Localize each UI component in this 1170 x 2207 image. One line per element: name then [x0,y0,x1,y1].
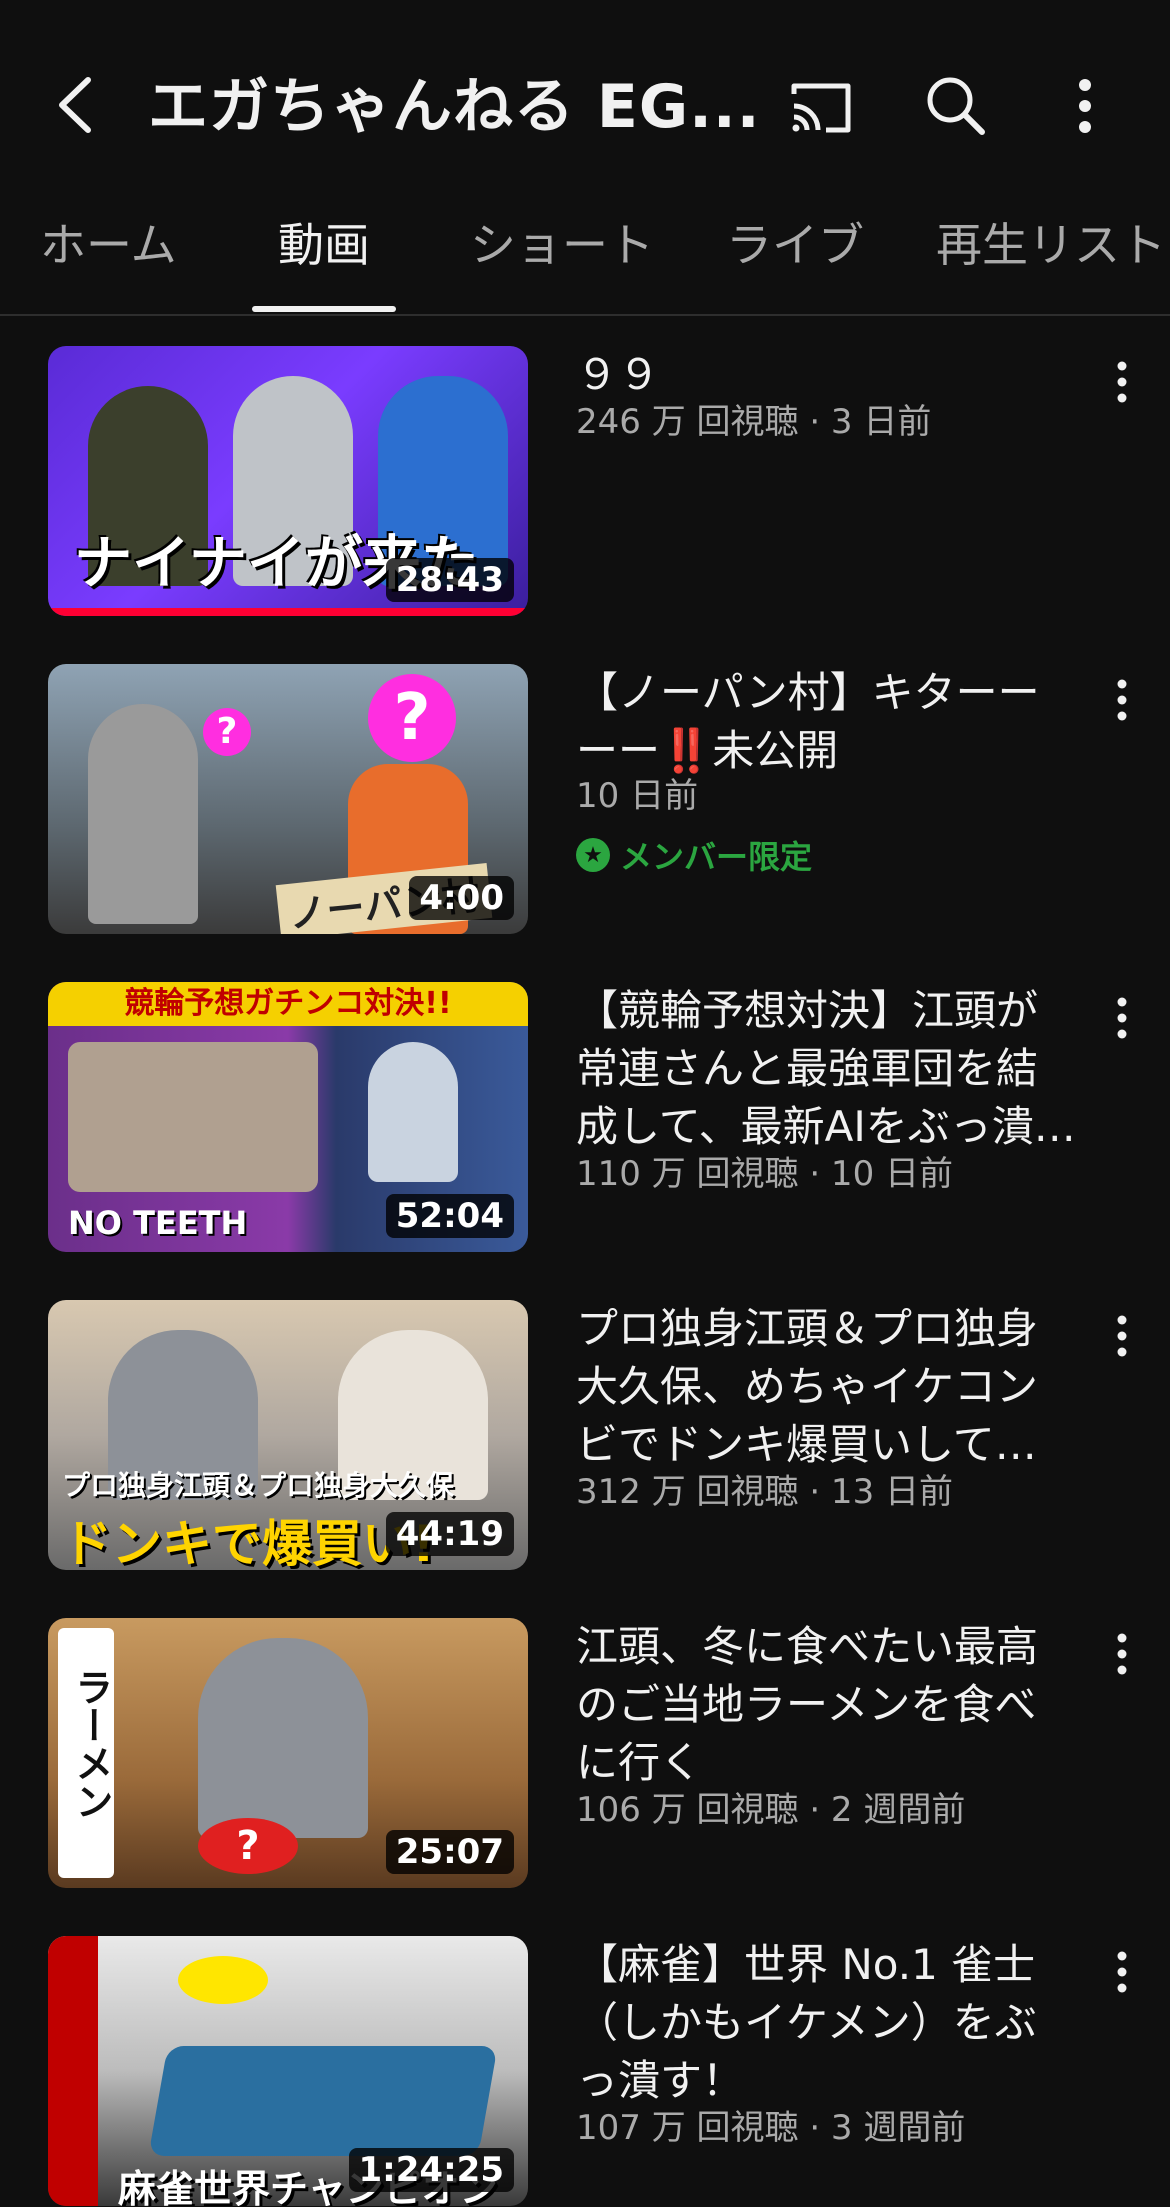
video-more-button[interactable] [1104,992,1140,1052]
top-bar: エガちゃんねる EG... [0,0,1170,210]
thumbnail-caption: ラーメン [69,1668,113,1820]
video-meta: 10 日前 [576,776,699,816]
thumbnail-caption: NO TEETH [68,1204,248,1242]
video-more-button[interactable] [1104,356,1140,416]
video-duration: 4:00 [409,876,514,920]
more-vertical-icon [1117,997,1127,1039]
question-mark-icon: ? [198,1818,298,1874]
thumbnail-figure [88,704,198,924]
video-more-button[interactable] [1104,1628,1140,1688]
video-meta: 107 万 回視聴 · 3 週間前 [576,2108,966,2148]
search-button[interactable] [920,70,990,140]
video-duration: 28:43 [385,558,514,602]
video-title[interactable]: プロ独身江頭＆プロ独身大久保、めちゃイケコンビでドンキ爆買いして… [576,1300,1076,1474]
video-item[interactable]: ? ? ノーパン村 4:00 【ノーパン村】キターーーー‼️未公開 10 日前 … [0,664,1170,934]
star-icon: ★ [576,838,610,872]
video-thumbnail[interactable]: ? ? ノーパン村 4:00 [48,664,528,934]
video-title[interactable]: 江頭、冬に食べたい最高のご当地ラーメンを食べに行く [576,1618,1076,1792]
more-vertical-icon [1117,679,1127,721]
more-vertical-icon [1117,1315,1127,1357]
video-title[interactable]: 【ノーパン村】キターーーー‼️未公開 [576,664,1076,780]
more-vertical-icon [1117,1951,1127,1993]
video-title[interactable]: 【競輪予想対決】江頭が常連さんと最強軍団を結成して、最新AIをぶっ潰… [576,982,1076,1156]
video-thumbnail[interactable]: 麻雀世界チャンピオン 1:24:25 [48,1936,528,2206]
thumbnail-caption: 競輪予想ガチンコ対決!! [48,982,528,1026]
video-item[interactable]: 麻雀世界チャンピオン 1:24:25 【麻雀】世界 No.1 雀士（しかもイケメ… [0,1936,1170,2206]
channel-tabs: ホーム 動画 ショート ライブ 再生リスト [0,210,1170,316]
tab-shorts[interactable]: ショート [470,210,654,314]
thumbnail-bubble [178,1956,268,2004]
members-only-label: メンバー限定 [620,838,813,876]
thumbnail-caption: ドンキで爆買い! [62,1515,435,1570]
cast-button[interactable] [786,72,856,142]
video-title[interactable]: 【麻雀】世界 No.1 雀士（しかもイケメン）をぶっ潰す！ [576,1936,1076,2110]
tab-playlists[interactable]: 再生リスト [936,210,1166,314]
question-mark-icon: ? [368,674,456,762]
more-vertical-icon [1117,361,1127,403]
thumbnail-figure [68,1042,318,1192]
video-thumbnail[interactable]: 競輪予想ガチンコ対決!! NO TEETH 52:04 [48,982,528,1252]
tab-home[interactable]: ホーム [40,210,177,314]
more-vertical-icon [1079,79,1091,133]
thumbnail-figure [198,1638,368,1838]
back-button[interactable] [48,70,108,140]
members-only-badge: ★ メンバー限定 [576,832,812,878]
video-thumbnail[interactable]: ナイナイが来た 28:43 [48,346,528,616]
video-meta: 110 万 回視聴 · 10 日前 [576,1154,954,1194]
video-meta: 106 万 回視聴 · 2 週間前 [576,1790,966,1830]
cast-icon [791,83,851,133]
robot-figure [368,1042,458,1182]
video-meta: 246 万 回視聴 · 3 日前 [576,402,932,442]
video-item[interactable]: ラーメン ? 25:07 江頭、冬に食べたい最高のご当地ラーメンを食べに行く 1… [0,1618,1170,1888]
tab-live[interactable]: ライブ [726,210,864,314]
thumbnail-caption: プロ独身江頭＆プロ独身大久保 [62,1469,455,1502]
video-item[interactable]: 競輪予想ガチンコ対決!! NO TEETH 52:04 【競輪予想対決】江頭が常… [0,982,1170,1252]
video-more-button[interactable] [1104,674,1140,734]
video-item[interactable]: ナイナイが来た 28:43 ９９ 246 万 回視聴 · 3 日前 [0,346,1170,616]
mahjong-table [148,2046,498,2156]
active-tab-indicator [252,306,396,312]
thumbnail-banner [48,1936,98,2206]
video-duration: 44:19 [385,1512,514,1556]
question-mark-icon: ? [203,708,251,756]
watch-progress-bar [48,608,528,616]
video-meta: 312 万 回視聴 · 13 日前 [576,1472,954,1512]
channel-title: エガちゃんねる EG... [148,72,758,142]
search-icon [927,77,985,135]
video-thumbnail[interactable]: ラーメン ? 25:07 [48,1618,528,1888]
video-duration: 25:07 [385,1830,514,1874]
back-arrow-icon [59,77,91,133]
more-vertical-icon [1117,1633,1127,1675]
video-duration: 1:24:25 [348,2148,514,2192]
more-options-button[interactable] [1060,72,1110,142]
video-item[interactable]: プロ独身江頭＆プロ独身大久保 ドンキで爆買い! 44:19 プロ独身江頭＆プロ独… [0,1300,1170,1570]
video-duration: 52:04 [385,1194,514,1238]
video-more-button[interactable] [1104,1946,1140,2006]
video-more-button[interactable] [1104,1310,1140,1370]
video-thumbnail[interactable]: プロ独身江頭＆プロ独身大久保 ドンキで爆買い! 44:19 [48,1300,528,1570]
tab-videos[interactable]: 動画 [278,210,370,314]
